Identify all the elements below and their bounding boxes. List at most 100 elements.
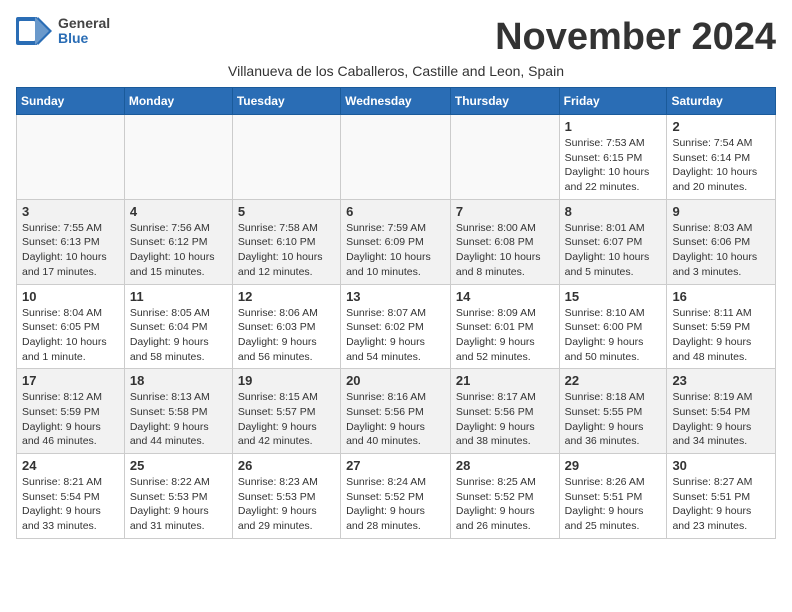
weekday-header-wednesday: Wednesday (341, 88, 451, 115)
day-number: 19 (238, 373, 335, 388)
calendar-cell: 2 Sunrise: 7:54 AM Sunset: 6:14 PM Daylig… (667, 115, 776, 200)
calendar-cell: 26 Sunrise: 8:23 AM Sunset: 5:53 PM Dayli… (232, 454, 340, 539)
day-number: 2 (672, 119, 770, 134)
calendar-cell: 30Sunrise: 8:27 AM Sunset: 5:51 PM Dayli… (667, 454, 776, 539)
day-number: 5 (238, 204, 335, 219)
day-number: 22 (565, 373, 662, 388)
day-info: Sunrise: 7:58 AM Sunset: 6:10 PM Dayligh… (238, 221, 335, 280)
day-number: 18 (130, 373, 227, 388)
weekday-header-sunday: Sunday (17, 88, 125, 115)
day-number: 25 (130, 458, 227, 473)
calendar-cell (232, 115, 340, 200)
calendar-cell: 29 Sunrise: 8:26 AM Sunset: 5:51 PM Dayli… (559, 454, 667, 539)
calendar-cell: 12 Sunrise: 8:06 AM Sunset: 6:03 PM Dayli… (232, 284, 340, 369)
day-number: 14 (456, 289, 554, 304)
calendar-cell: 10 Sunrise: 8:04 AM Sunset: 6:05 PM Dayli… (17, 284, 125, 369)
day-info: Sunrise: 8:21 AM Sunset: 5:54 PM Dayligh… (22, 475, 119, 534)
day-info: Sunrise: 7:56 AM Sunset: 6:12 PM Dayligh… (130, 221, 227, 280)
calendar-cell: 6Sunrise: 7:59 AM Sunset: 6:09 PM Daylig… (341, 199, 451, 284)
day-number: 9 (672, 204, 770, 219)
day-info: Sunrise: 8:26 AM Sunset: 5:51 PM Dayligh… (565, 475, 662, 534)
day-number: 17 (22, 373, 119, 388)
calendar-cell: 15Sunrise: 8:10 AM Sunset: 6:00 PM Dayli… (559, 284, 667, 369)
weekday-header-friday: Friday (559, 88, 667, 115)
day-info: Sunrise: 8:12 AM Sunset: 5:59 PM Dayligh… (22, 390, 119, 449)
logo-general: General (58, 16, 110, 31)
calendar-cell: 14 Sunrise: 8:09 AM Sunset: 6:01 PM Dayli… (450, 284, 559, 369)
day-info: Sunrise: 8:09 AM Sunset: 6:01 PM Dayligh… (456, 306, 554, 365)
day-info: Sunrise: 8:03 AM Sunset: 6:06 PM Dayligh… (672, 221, 770, 280)
day-number: 4 (130, 204, 227, 219)
day-number: 26 (238, 458, 335, 473)
day-info: Sunrise: 8:18 AM Sunset: 5:55 PM Dayligh… (565, 390, 662, 449)
weekday-header-tuesday: Tuesday (232, 88, 340, 115)
day-number: 29 (565, 458, 662, 473)
day-number: 30 (672, 458, 770, 473)
logo: General Blue (16, 16, 110, 47)
day-info: Sunrise: 8:17 AM Sunset: 5:56 PM Dayligh… (456, 390, 554, 449)
calendar-cell: 24 Sunrise: 8:21 AM Sunset: 5:54 PM Dayli… (17, 454, 125, 539)
calendar-cell: 28 Sunrise: 8:25 AM Sunset: 5:52 PM Dayli… (450, 454, 559, 539)
day-info: Sunrise: 8:01 AM Sunset: 6:07 PM Dayligh… (565, 221, 662, 280)
day-info: Sunrise: 8:19 AM Sunset: 5:54 PM Dayligh… (672, 390, 770, 449)
day-info: Sunrise: 8:07 AM Sunset: 6:02 PM Dayligh… (346, 306, 445, 365)
day-info: Sunrise: 8:00 AM Sunset: 6:08 PM Dayligh… (456, 221, 554, 280)
day-number: 10 (22, 289, 119, 304)
day-number: 27 (346, 458, 445, 473)
day-number: 21 (456, 373, 554, 388)
day-info: Sunrise: 8:25 AM Sunset: 5:52 PM Dayligh… (456, 475, 554, 534)
day-number: 13 (346, 289, 445, 304)
day-number: 8 (565, 204, 662, 219)
calendar-cell: 8 Sunrise: 8:01 AM Sunset: 6:07 PM Daylig… (559, 199, 667, 284)
day-info: Sunrise: 8:10 AM Sunset: 6:00 PM Dayligh… (565, 306, 662, 365)
weekday-header-thursday: Thursday (450, 88, 559, 115)
calendar-cell (124, 115, 232, 200)
day-number: 11 (130, 289, 227, 304)
day-info: Sunrise: 8:15 AM Sunset: 5:57 PM Dayligh… (238, 390, 335, 449)
calendar-cell: 20 Sunrise: 8:16 AM Sunset: 5:56 PM Dayli… (341, 369, 451, 454)
weekday-header-saturday: Saturday (667, 88, 776, 115)
day-info: Sunrise: 7:53 AM Sunset: 6:15 PM Dayligh… (565, 136, 662, 195)
day-info: Sunrise: 8:16 AM Sunset: 5:56 PM Dayligh… (346, 390, 445, 449)
calendar-cell: 1 Sunrise: 7:53 AM Sunset: 6:15 PM Daylig… (559, 115, 667, 200)
calendar-cell: 19 Sunrise: 8:15 AM Sunset: 5:57 PM Dayli… (232, 369, 340, 454)
subtitle: Villanueva de los Caballeros, Castille a… (16, 63, 776, 79)
day-number: 24 (22, 458, 119, 473)
calendar-cell: 5 Sunrise: 7:58 AM Sunset: 6:10 PM Daylig… (232, 199, 340, 284)
calendar-cell: 13 Sunrise: 8:07 AM Sunset: 6:02 PM Dayli… (341, 284, 451, 369)
calendar-cell: 21 Sunrise: 8:17 AM Sunset: 5:56 PM Dayli… (450, 369, 559, 454)
day-number: 28 (456, 458, 554, 473)
day-number: 16 (672, 289, 770, 304)
day-info: Sunrise: 8:23 AM Sunset: 5:53 PM Dayligh… (238, 475, 335, 534)
day-info: Sunrise: 8:06 AM Sunset: 6:03 PM Dayligh… (238, 306, 335, 365)
logo-blue: Blue (58, 31, 110, 46)
day-info: Sunrise: 8:04 AM Sunset: 6:05 PM Dayligh… (22, 306, 119, 365)
calendar-cell: 18 Sunrise: 8:13 AM Sunset: 5:58 PM Dayli… (124, 369, 232, 454)
calendar-cell (17, 115, 125, 200)
day-info: Sunrise: 8:05 AM Sunset: 6:04 PM Dayligh… (130, 306, 227, 365)
day-number: 1 (565, 119, 662, 134)
calendar-cell: 17 Sunrise: 8:12 AM Sunset: 5:59 PM Dayli… (17, 369, 125, 454)
calendar-cell: 23Sunrise: 8:19 AM Sunset: 5:54 PM Dayli… (667, 369, 776, 454)
calendar-cell: 11 Sunrise: 8:05 AM Sunset: 6:04 PM Dayli… (124, 284, 232, 369)
calendar-cell: 3 Sunrise: 7:55 AM Sunset: 6:13 PM Daylig… (17, 199, 125, 284)
day-number: 3 (22, 204, 119, 219)
day-info: Sunrise: 7:55 AM Sunset: 6:13 PM Dayligh… (22, 221, 119, 280)
calendar-cell: 22 Sunrise: 8:18 AM Sunset: 5:55 PM Dayli… (559, 369, 667, 454)
calendar-cell: 9 Sunrise: 8:03 AM Sunset: 6:06 PM Daylig… (667, 199, 776, 284)
day-number: 20 (346, 373, 445, 388)
day-info: Sunrise: 8:13 AM Sunset: 5:58 PM Dayligh… (130, 390, 227, 449)
calendar-cell: 27Sunrise: 8:24 AM Sunset: 5:52 PM Dayli… (341, 454, 451, 539)
day-info: Sunrise: 7:54 AM Sunset: 6:14 PM Dayligh… (672, 136, 770, 195)
month-title: November 2024 (495, 16, 776, 59)
logo-icon (16, 17, 52, 45)
day-info: Sunrise: 7:59 AM Sunset: 6:09 PM Dayligh… (346, 221, 445, 280)
day-number: 12 (238, 289, 335, 304)
calendar-cell (450, 115, 559, 200)
calendar-cell: 7Sunrise: 8:00 AM Sunset: 6:08 PM Daylig… (450, 199, 559, 284)
calendar-table: SundayMondayTuesdayWednesdayThursdayFrid… (16, 87, 776, 539)
day-info: Sunrise: 8:11 AM Sunset: 5:59 PM Dayligh… (672, 306, 770, 365)
calendar-cell: 25 Sunrise: 8:22 AM Sunset: 5:53 PM Dayli… (124, 454, 232, 539)
day-info: Sunrise: 8:22 AM Sunset: 5:53 PM Dayligh… (130, 475, 227, 534)
calendar-cell: 4 Sunrise: 7:56 AM Sunset: 6:12 PM Daylig… (124, 199, 232, 284)
